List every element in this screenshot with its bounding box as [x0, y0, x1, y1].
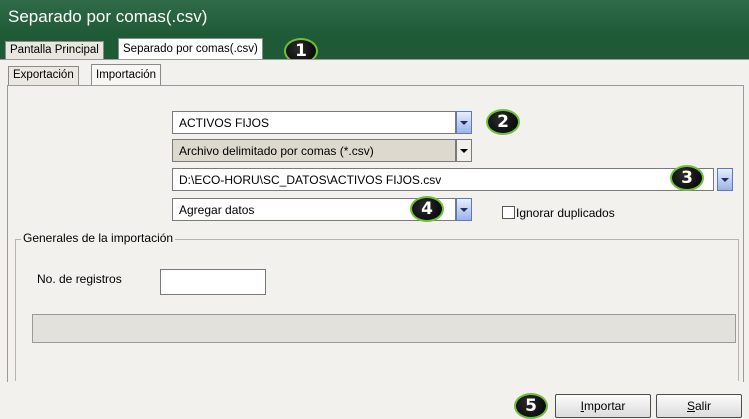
callout-badge-4: 4 [410, 196, 444, 222]
window-title: Separado por comas(.csv) [8, 7, 208, 26]
records-count-label: No. de registros [37, 272, 122, 286]
chevron-down-icon [721, 177, 729, 182]
file-type-dropdown-button[interactable] [456, 139, 472, 162]
file-path-select[interactable]: D:\ECO-HORU\SC_DATOS\ACTIVOS FIJOS.csv [172, 168, 714, 191]
records-count-field [160, 269, 266, 295]
table-select-dropdown-button[interactable] [456, 111, 472, 134]
tab-pantalla-principal[interactable]: Pantalla Principal [5, 41, 104, 60]
callout-badge-2: 2 [486, 109, 520, 135]
chevron-down-icon [460, 120, 468, 125]
exit-label-rest: alir [695, 399, 712, 413]
ignore-duplicates-checkbox[interactable] [502, 206, 515, 219]
import-button[interactable]: Importar [555, 394, 651, 418]
exit-button[interactable]: Salir [656, 394, 742, 418]
tab-separado-por-comas[interactable]: Separado por comas(.csv) [118, 38, 263, 60]
main-tab-strip [0, 35, 749, 59]
import-label-rest: mportar [584, 399, 626, 413]
tab-exportacion[interactable]: Exportación [8, 66, 79, 85]
import-general-group [15, 239, 739, 381]
group-title: Generales de la importación [21, 231, 176, 245]
exit-accel: S [686, 399, 695, 413]
chevron-down-icon [460, 207, 468, 212]
title-bar: Separado por comas(.csv) [0, 0, 749, 35]
table-select[interactable]: ACTIVOS FIJOS [172, 111, 456, 134]
tab-importacion[interactable]: Importación [91, 64, 162, 86]
callout-badge-5: 5 [514, 393, 548, 419]
file-path-dropdown-button[interactable] [717, 168, 733, 191]
import-progress-bar [32, 314, 736, 343]
callout-badge-3: 3 [670, 165, 704, 191]
ignore-duplicates-label[interactable]: Ignorar duplicados [516, 206, 615, 220]
file-type-select[interactable]: Archivo delimitado por comas (*.csv) [172, 139, 456, 162]
chevron-down-icon [460, 148, 468, 153]
import-mode-dropdown-button[interactable] [456, 198, 472, 221]
